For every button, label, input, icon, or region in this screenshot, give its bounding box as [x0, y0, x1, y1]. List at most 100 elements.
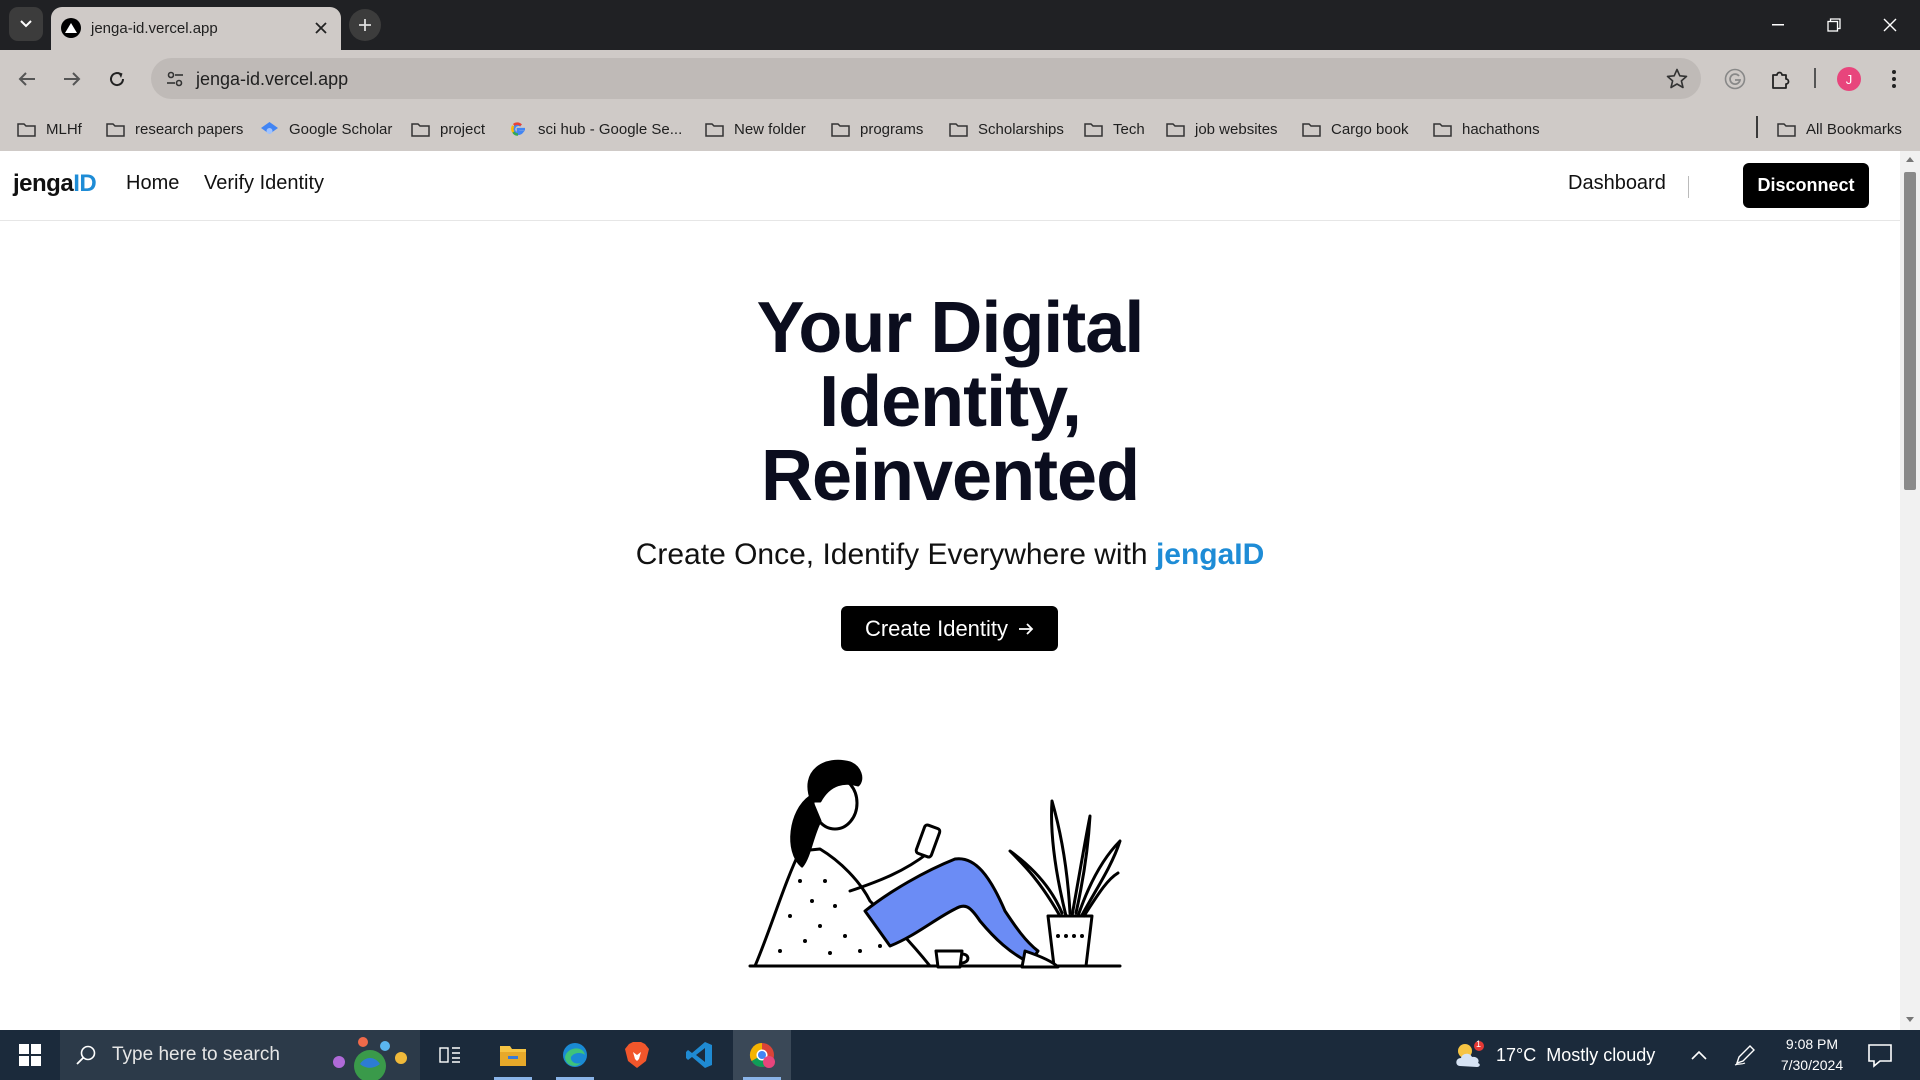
extensions-puzzle-icon[interactable] [1765, 63, 1797, 95]
arrow-left-icon [18, 72, 35, 86]
weather-temperature: 17°C [1496, 1044, 1537, 1065]
reload-icon [110, 72, 125, 87]
restore-icon [1827, 18, 1841, 32]
arrow-right-icon [1019, 622, 1034, 635]
vercel-favicon-icon [61, 18, 81, 38]
logo-text: jenga [13, 170, 74, 197]
bookmark-research-papers[interactable]: research papers [106, 116, 243, 142]
address-bar[interactable]: jenga-id.vercel.app [151, 58, 1701, 99]
minimize-icon [1772, 24, 1784, 26]
edge-browser-button[interactable] [546, 1030, 604, 1080]
folder-icon [1433, 121, 1453, 137]
search-highlight-icon [333, 1037, 407, 1080]
reload-button[interactable] [101, 63, 133, 95]
file-explorer-button[interactable] [484, 1030, 542, 1080]
vscode-button[interactable] [670, 1030, 728, 1080]
bookmark-label: programs [860, 120, 924, 138]
windows-logo-icon [19, 1044, 41, 1066]
brave-icon [625, 1042, 649, 1068]
close-tab-icon[interactable] [311, 18, 331, 38]
bookmark-sci-hub[interactable]: sci hub - Google Se... [509, 116, 682, 142]
weather-badge: 1 [1476, 1039, 1482, 1049]
tab-search-button[interactable] [9, 7, 43, 41]
bookmarks-divider [1756, 116, 1758, 138]
reading-woman-illustration [748, 759, 1122, 969]
nav-home-link[interactable]: Home [126, 172, 179, 195]
nav-dashboard-link[interactable]: Dashboard [1568, 172, 1666, 195]
create-identity-button[interactable]: Create Identity [841, 606, 1058, 651]
bookmark-hachathons[interactable]: hachathons [1433, 116, 1540, 142]
scroll-down-arrow-icon[interactable] [1905, 1014, 1915, 1024]
start-button[interactable] [0, 1030, 60, 1080]
bookmark-label: Scholarships [978, 120, 1064, 138]
bookmark-cargo-book[interactable]: Cargo book [1302, 116, 1409, 142]
google-icon [509, 121, 529, 137]
site-navbar: jengaID Home Verify Identity Dashboard D… [0, 151, 1900, 221]
bookmark-label: New folder [734, 120, 806, 138]
folder-icon [1302, 121, 1322, 137]
back-button[interactable] [11, 63, 43, 95]
folder-icon [949, 121, 969, 137]
bookmark-google-scholar[interactable]: Google Scholar [260, 116, 392, 142]
scholar-icon [260, 121, 280, 137]
browser-toolbar: jenga-id.vercel.app [0, 50, 1920, 107]
notification-center-icon[interactable] [1866, 1041, 1894, 1069]
bookmark-project[interactable]: project [411, 116, 485, 142]
bookmark-label: Google Scholar [289, 120, 393, 138]
search-icon [76, 1045, 96, 1065]
show-hidden-icons-chevron-icon[interactable] [1688, 1045, 1710, 1065]
bookmark-job-websites[interactable]: job websites [1166, 116, 1278, 142]
chrome-button[interactable] [733, 1030, 791, 1080]
site-info-icon[interactable] [159, 63, 190, 94]
scrollbar-thumb[interactable] [1904, 172, 1916, 490]
weather-widget[interactable]: 1 17°C Mostly cloudy [1452, 1030, 1655, 1080]
bookmarks-bar: MLHf research papers Google Scholar proj… [0, 107, 1920, 151]
web-page: jengaID Home Verify Identity Dashboard D… [0, 151, 1900, 1030]
bookmark-new-folder[interactable]: New folder [705, 116, 806, 142]
profile-avatar[interactable]: J [1837, 67, 1861, 91]
browser-menu-button[interactable] [1878, 63, 1910, 95]
nav-verify-identity-link[interactable]: Verify Identity [204, 172, 324, 195]
jengaid-logo[interactable]: jengaID [13, 170, 97, 198]
system-clock[interactable]: 9:08 PM 7/30/2024 [1762, 1034, 1862, 1076]
taskbar-search-placeholder: Type here to search [112, 1044, 280, 1065]
plus-icon [359, 19, 371, 31]
url-text: jenga-id.vercel.app [196, 69, 349, 89]
forward-button[interactable] [56, 63, 88, 95]
vscode-icon [686, 1042, 712, 1068]
hero-subtitle: Create Once, Identify Everywhere with je… [450, 538, 1450, 572]
close-window-button[interactable] [1862, 0, 1918, 50]
folder-icon [106, 121, 126, 137]
brave-browser-button[interactable] [608, 1030, 666, 1080]
bookmark-star-icon[interactable] [1665, 67, 1689, 91]
logo-accent-text: ID [73, 170, 97, 197]
bookmark-label: MLHf [46, 120, 82, 138]
kebab-menu-icon [1892, 70, 1896, 88]
bookmark-label: hachathons [1462, 120, 1540, 138]
pen-workspace-icon[interactable] [1733, 1043, 1757, 1067]
folder-icon [411, 121, 431, 137]
task-view-icon [439, 1047, 460, 1063]
bookmark-scholarships[interactable]: Scholarships [949, 116, 1064, 142]
new-tab-button[interactable] [349, 9, 381, 41]
bookmark-programs[interactable]: programs [831, 116, 923, 142]
active-tab[interactable]: jenga-id.vercel.app [51, 7, 341, 50]
clock-date: 7/30/2024 [1780, 1057, 1844, 1073]
bookmark-tech[interactable]: Tech [1084, 116, 1145, 142]
hero-title-line: Identity, [819, 362, 1082, 442]
grammarly-extension-icon[interactable] [1719, 63, 1751, 95]
chevron-down-icon [20, 20, 32, 28]
scroll-up-arrow-icon[interactable] [1905, 155, 1915, 165]
folder-icon [1166, 121, 1186, 137]
hero-title: Your Digital Identity, Reinvented [650, 291, 1250, 513]
taskbar-search-box[interactable]: Type here to search [60, 1030, 420, 1080]
bookmark-mlhf[interactable]: MLHf [17, 116, 82, 142]
toolbar-divider [1814, 68, 1816, 88]
restore-window-button[interactable] [1806, 0, 1862, 50]
minimize-window-button[interactable] [1750, 0, 1806, 50]
disconnect-button[interactable]: Disconnect [1743, 163, 1869, 208]
all-bookmarks-button[interactable]: All Bookmarks [1777, 116, 1902, 142]
task-view-button[interactable] [421, 1030, 479, 1080]
folder-icon [17, 121, 37, 137]
all-bookmarks-label: All Bookmarks [1806, 120, 1902, 138]
